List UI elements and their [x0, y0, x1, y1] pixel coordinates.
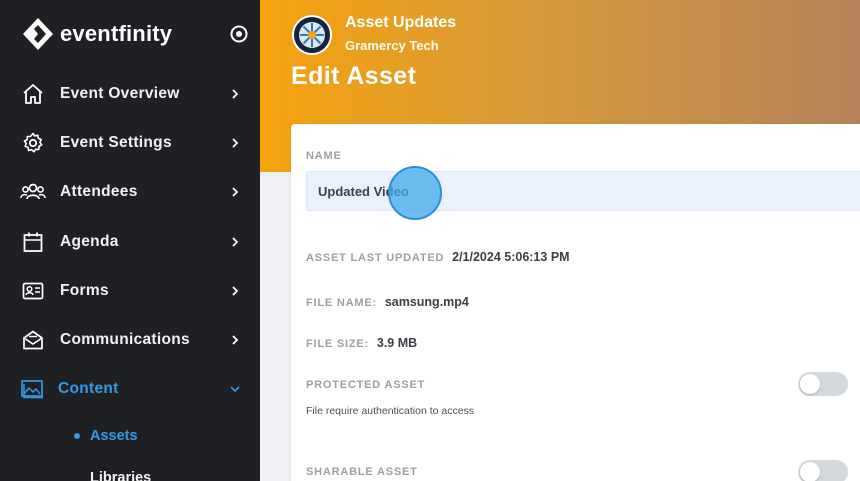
sidebar-item-communications[interactable]: Communications [0, 320, 260, 360]
protected-asset-toggle[interactable] [798, 372, 848, 396]
chevron-right-icon [232, 335, 239, 345]
last-updated-label: ASSET LAST UPDATED [306, 252, 445, 264]
sidebar-item-attendees[interactable]: Attendees [0, 172, 260, 212]
name-label: NAME [306, 150, 342, 162]
sidebar-item-content[interactable]: Content [0, 369, 260, 409]
sidebar-subitem-label: Libraries [90, 470, 152, 481]
sidebar-item-label: Event Settings [60, 134, 172, 151]
file-size-row: FILE SIZE: 3.9 MB [306, 336, 417, 350]
chevron-down-icon [230, 386, 240, 393]
org-title: Asset Updates [345, 14, 457, 31]
eventfinity-logo-icon [22, 17, 54, 51]
org-subtitle: Gramercy Tech [345, 38, 439, 53]
file-name-label: FILE NAME: [306, 297, 377, 309]
sidebar-item-label: Communications [60, 331, 190, 348]
sidebar-item-forms[interactable]: Forms [0, 271, 260, 311]
sharable-asset-label: SHARABLE ASSET [306, 466, 418, 478]
target-icon[interactable] [229, 24, 249, 44]
toggle-knob [800, 462, 820, 481]
sidebar-item-label: Event Overview [60, 85, 180, 102]
sidebar-subitem-libraries[interactable]: Libraries [90, 470, 151, 481]
calendar-icon [20, 229, 46, 255]
file-name-row: FILE NAME: samsung.mp4 [306, 295, 469, 309]
protected-asset-label: PROTECTED ASSET [306, 379, 426, 391]
chevron-right-icon [232, 138, 239, 148]
sharable-asset-toggle[interactable] [798, 460, 848, 481]
people-icon [20, 179, 46, 205]
id-card-icon [20, 278, 46, 304]
page-title: Edit Asset [291, 62, 417, 90]
toggle-knob [800, 374, 820, 394]
sidebar-item-label: Content [58, 380, 119, 397]
brand-name: eventfinity [60, 21, 173, 46]
chevron-right-icon [232, 286, 239, 296]
file-size-value: 3.9 MB [376, 336, 418, 350]
sidebar-item-label: Forms [60, 282, 109, 299]
last-updated-row: ASSET LAST UPDATED 2/1/2024 5:06:13 PM [306, 250, 570, 264]
chevron-right-icon [232, 89, 239, 99]
org-logo-icon [292, 15, 332, 55]
file-name-value: samsung.mp4 [384, 295, 469, 309]
chevron-right-icon [232, 237, 239, 247]
brand[interactable]: eventfinity [22, 16, 172, 52]
chevron-right-icon [232, 187, 239, 197]
sidebar: eventfinity Event Overview Event Setting… [0, 0, 260, 481]
sidebar-subitem-assets[interactable]: Assets [74, 428, 138, 444]
last-updated-value: 2/1/2024 5:06:13 PM [452, 250, 570, 264]
image-icon [20, 376, 46, 402]
sidebar-item-agenda[interactable]: Agenda [0, 222, 260, 262]
sidebar-subitem-label: Assets [90, 428, 138, 444]
sidebar-item-event-settings[interactable]: Event Settings [0, 123, 260, 163]
home-icon [20, 81, 46, 107]
sidebar-item-event-overview[interactable]: Event Overview [0, 74, 260, 114]
active-dot-icon [74, 433, 80, 439]
envelope-icon [20, 327, 46, 353]
protected-asset-helper: File require authentication to access [306, 405, 475, 417]
sidebar-item-label: Attendees [60, 183, 138, 200]
asset-name-input[interactable] [306, 171, 860, 211]
file-size-label: FILE SIZE: [306, 338, 369, 350]
sidebar-item-label: Agenda [60, 233, 119, 250]
gear-icon [20, 130, 46, 156]
